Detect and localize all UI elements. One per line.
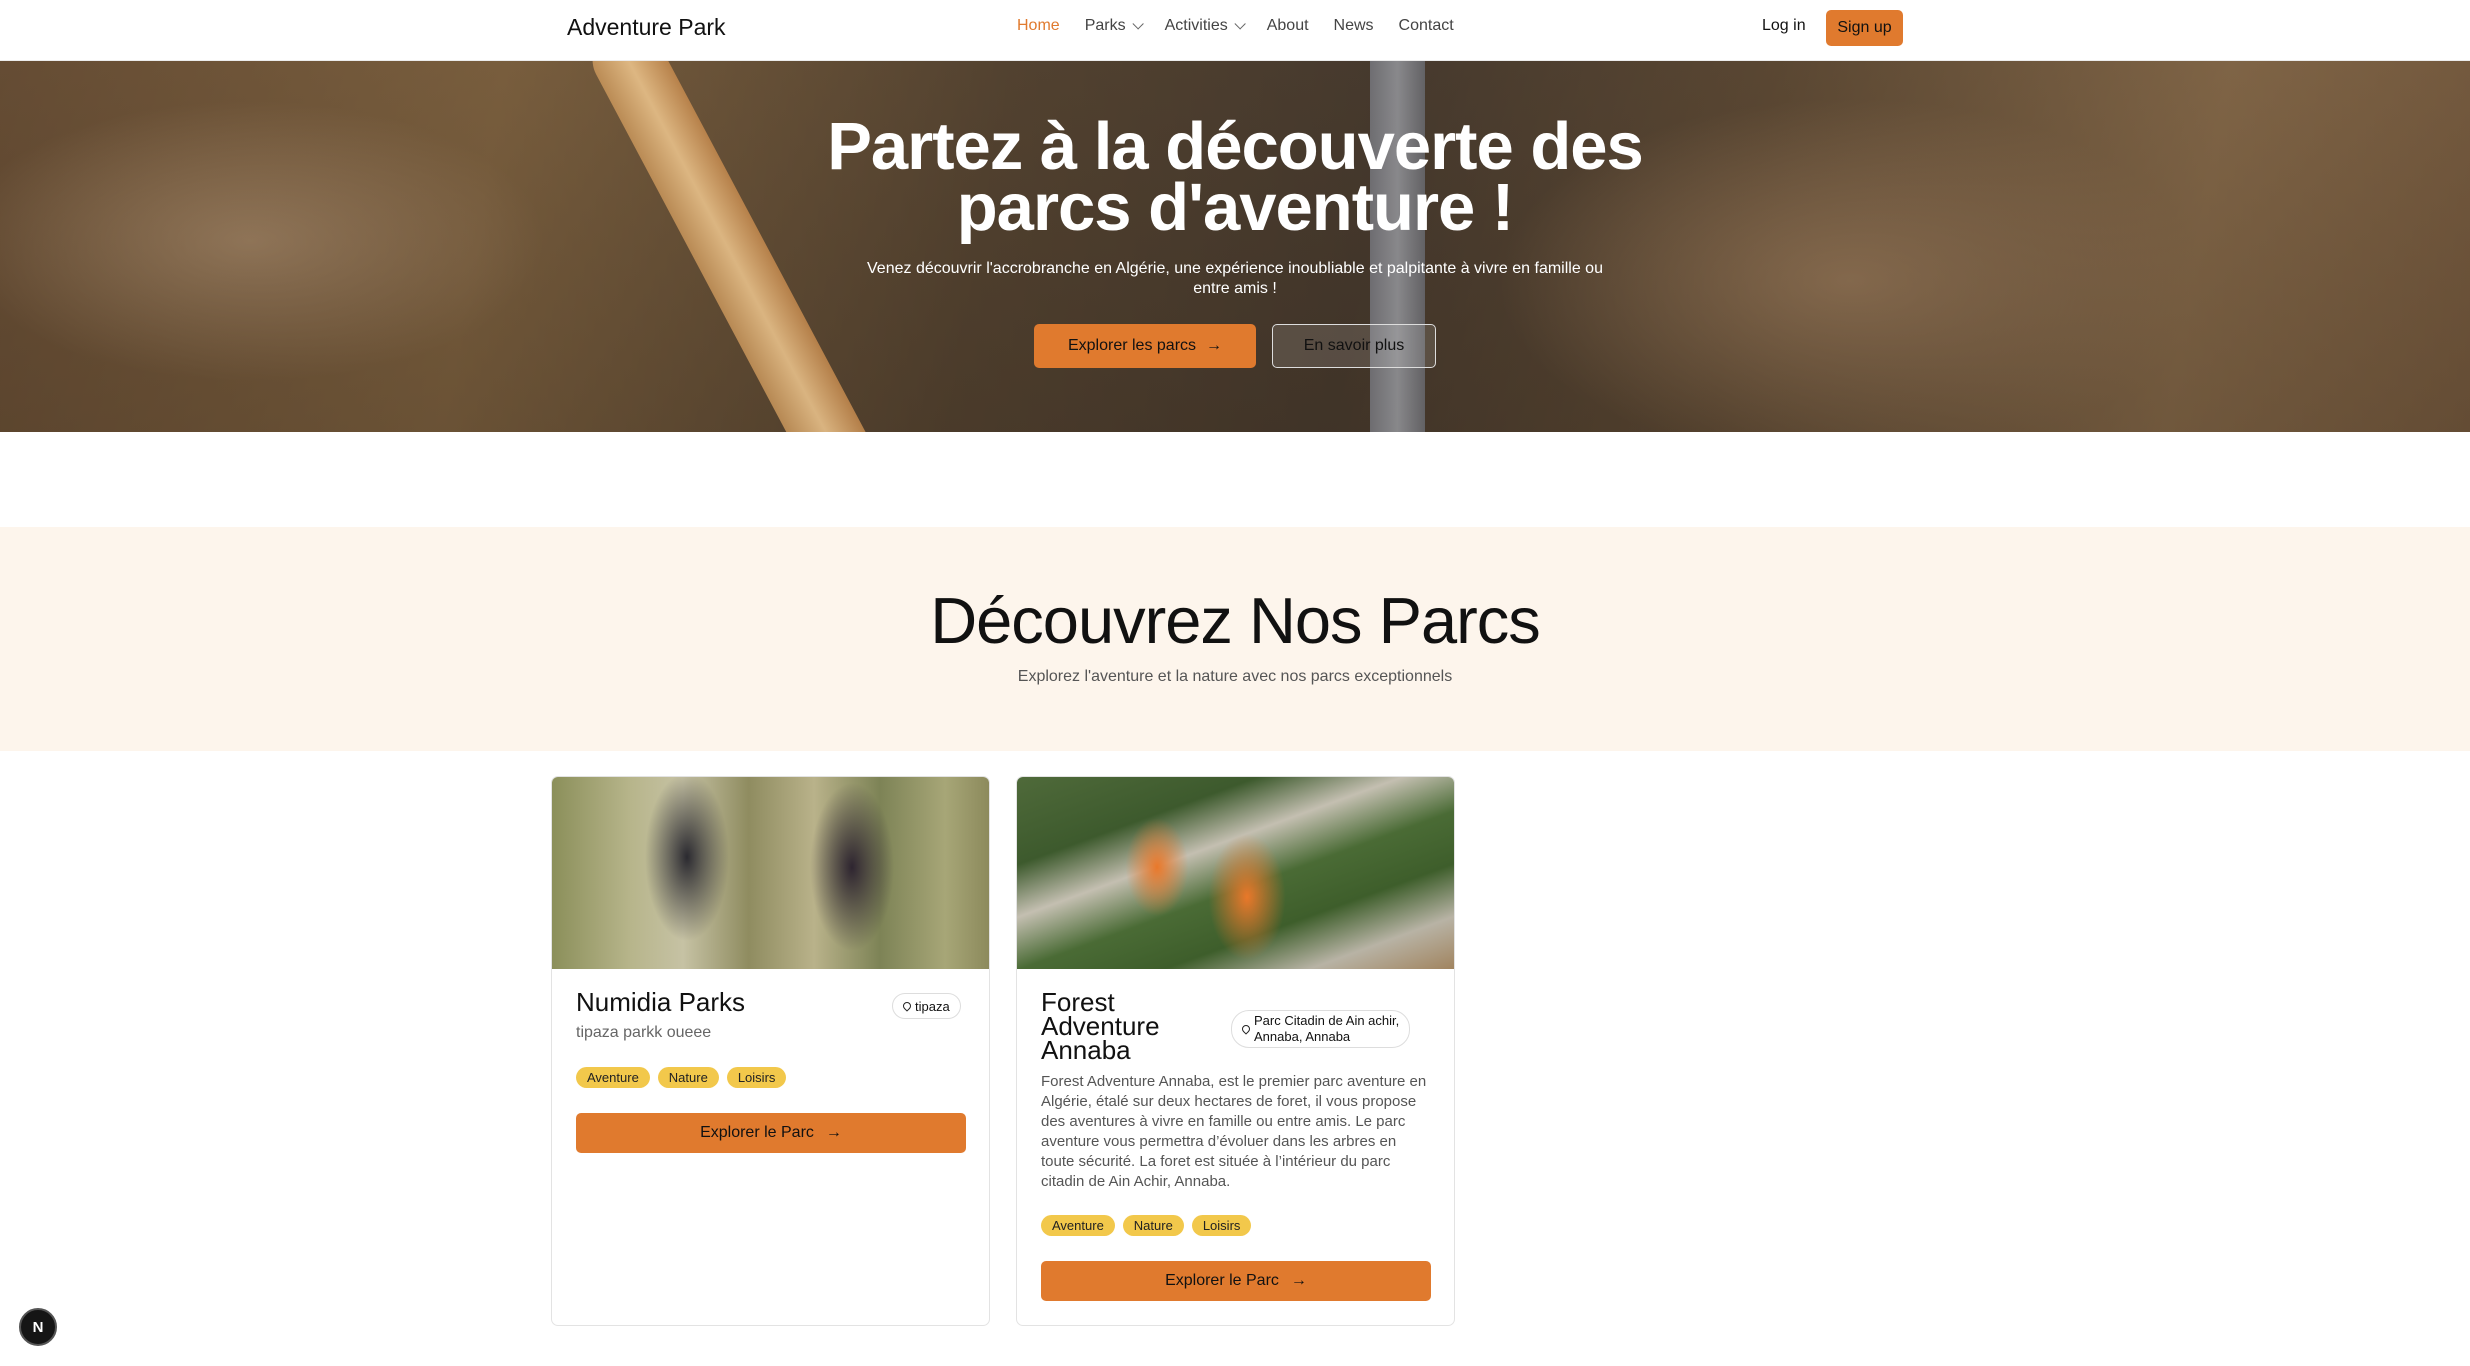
location-text: Parc Citadin de Ain achir, Annaba, Annaba	[1254, 1013, 1399, 1045]
chevron-down-icon	[1132, 18, 1144, 30]
nav-link-parks[interactable]: Parks	[1084, 17, 1144, 35]
nav-link-parks-label: Parks	[1084, 17, 1126, 34]
nav-links: Home Parks Activities About News Contact	[1017, 17, 1454, 35]
park-name: Numidia Parks	[576, 987, 746, 1017]
explore-park-button[interactable]: Explorer le Parc →	[576, 1113, 966, 1153]
arrow-right-icon: →	[1206, 337, 1223, 354]
explore-parks-button[interactable]: Explorer les parcs →	[1034, 324, 1256, 368]
nav-link-about[interactable]: About	[1267, 17, 1309, 35]
park-description: tipaza parkk oueee	[576, 1024, 712, 1041]
location-line1: Parc Citadin de Ain achir,	[1254, 1013, 1400, 1028]
nav-link-home[interactable]: Home	[1017, 17, 1060, 35]
dev-tools-badge[interactable]: N	[19, 1308, 57, 1346]
nav-link-news-label: News	[1333, 17, 1374, 34]
tag-badge: Loisirs	[726, 1067, 787, 1088]
arrow-right-icon: →	[1290, 1272, 1307, 1289]
map-pin-icon	[901, 1000, 913, 1012]
location-badge: tipaza	[892, 993, 961, 1019]
tag-badge: Nature	[657, 1067, 719, 1088]
hero-title: Partez à la découverte des parcs d'aventu…	[0, 113, 2470, 241]
section-subtitle: Explorez l'aventure et la nature avec no…	[1017, 668, 1453, 685]
signup-button[interactable]: Sign up	[1826, 10, 1903, 46]
location-line2: Annaba, Annaba	[1254, 1029, 1351, 1044]
tag-badge: Nature	[1122, 1215, 1184, 1236]
nav-link-about-label: About	[1266, 17, 1309, 34]
park-description: Forest Adventure Annaba, est le premier …	[1041, 1073, 1427, 1190]
top-navbar: Adventure Park Home Parks Activities Abo…	[0, 0, 2470, 61]
nav-link-activities-label: Activities	[1164, 17, 1228, 34]
hero-title-line2: parcs d'aventure !	[956, 170, 1514, 245]
explore-park-label: Explorer le Parc	[1165, 1272, 1279, 1289]
park-card: Numidia Parks tipaza tipaza parkk oueee …	[551, 776, 990, 1326]
parks-section-header: Découvrez Nos Parcs Explorez l'aventure …	[0, 527, 2470, 751]
learn-more-button[interactable]: En savoir plus	[1272, 324, 1436, 368]
nav-link-contact[interactable]: Contact	[1399, 17, 1454, 35]
map-pin-icon	[1240, 1023, 1252, 1035]
tag-badge: Aventure	[576, 1067, 650, 1088]
park-image	[1017, 777, 1454, 969]
nav-link-activities[interactable]: Activities	[1164, 17, 1246, 35]
nav-link-news[interactable]: News	[1334, 17, 1374, 35]
explore-parks-label: Explorer les parcs	[1067, 337, 1197, 354]
hero-subtitle: Venez découvrir l'accrobranche en Algéri…	[867, 260, 1603, 297]
park-tags: Aventure Nature Loisirs	[1041, 1215, 1252, 1236]
explore-park-label: Explorer le Parc	[700, 1124, 814, 1141]
section-title: Découvrez Nos Parcs	[930, 584, 1541, 657]
location-text: tipaza	[915, 998, 950, 1014]
arrow-right-icon: →	[825, 1124, 842, 1141]
chevron-down-icon	[1234, 18, 1246, 30]
tag-badge: Loisirs	[1191, 1215, 1252, 1236]
park-name-line3: Annaba	[1041, 1035, 1131, 1065]
park-name: Forest Adventure Annaba	[1041, 989, 1160, 1065]
location-badge: Parc Citadin de Ain achir, Annaba, Annaba	[1231, 1010, 1411, 1048]
tag-badge: Aventure	[1041, 1215, 1115, 1236]
hero-banner: Partez à la découverte des parcs d'aventu…	[0, 61, 2470, 432]
park-card: Forest Adventure Annaba Parc Citadin de …	[1016, 776, 1455, 1326]
park-image	[552, 777, 989, 969]
brand-logo[interactable]: Adventure Park	[567, 14, 726, 41]
nav-link-home-label: Home	[1017, 17, 1060, 34]
park-tags: Aventure Nature Loisirs	[576, 1067, 787, 1088]
login-link[interactable]: Log in	[1762, 17, 1806, 35]
nav-link-contact-label: Contact	[1398, 17, 1454, 34]
explore-park-button[interactable]: Explorer le Parc →	[1041, 1261, 1431, 1301]
